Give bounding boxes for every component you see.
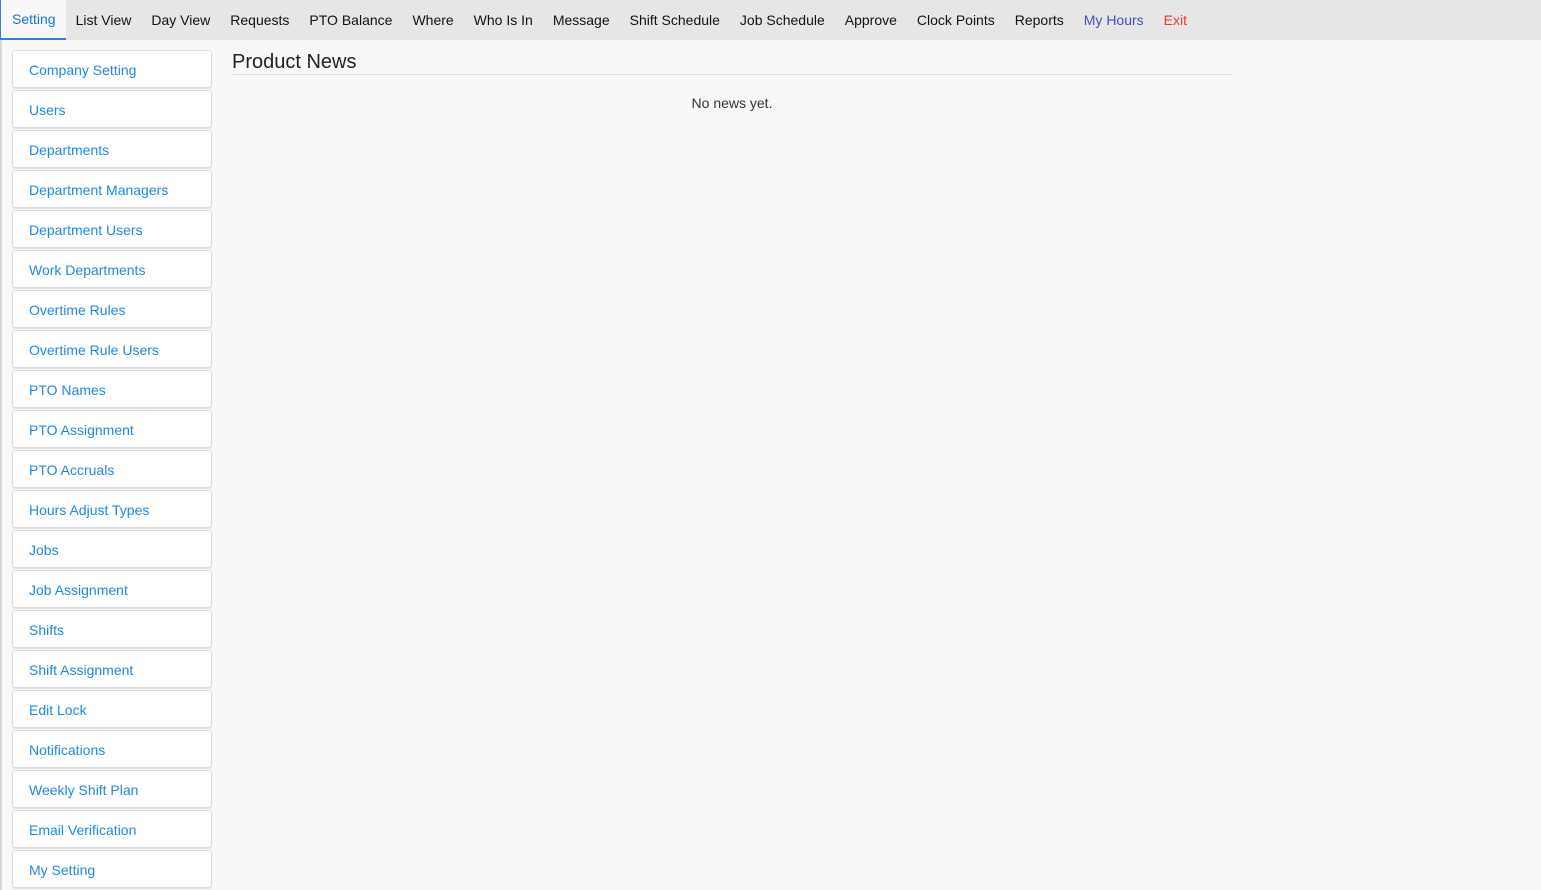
- tab-message[interactable]: Message: [543, 0, 620, 40]
- sidebar-item-department-users[interactable]: Department Users: [12, 210, 212, 248]
- tab-job-schedule[interactable]: Job Schedule: [730, 0, 835, 40]
- sidebar-item-jobs[interactable]: Jobs: [12, 530, 212, 568]
- tab-exit[interactable]: Exit: [1154, 0, 1197, 40]
- sidebar-item-edit-lock[interactable]: Edit Lock: [12, 690, 212, 728]
- sidebar-item-pto-names[interactable]: PTO Names: [12, 370, 212, 408]
- tab-reports[interactable]: Reports: [1005, 0, 1074, 40]
- empty-news-message: No news yet.: [691, 95, 773, 111]
- tab-approve[interactable]: Approve: [835, 0, 907, 40]
- sidebar-item-weekly-shift-plan[interactable]: Weekly Shift Plan: [12, 770, 212, 808]
- sidebar-item-work-departments[interactable]: Work Departments: [12, 250, 212, 288]
- left-edge-divider: [0, 40, 2, 890]
- sidebar-item-department-managers[interactable]: Department Managers: [12, 170, 212, 208]
- sidebar-item-job-assignment[interactable]: Job Assignment: [12, 570, 212, 608]
- tab-who-is-in[interactable]: Who Is In: [464, 0, 543, 40]
- tab-requests[interactable]: Requests: [220, 0, 299, 40]
- top-navigation: Setting List View Day View Requests PTO …: [0, 0, 1541, 40]
- sidebar-item-shift-assignment[interactable]: Shift Assignment: [12, 650, 212, 688]
- settings-sidebar: Company Setting Users Departments Depart…: [12, 50, 212, 890]
- tab-clock-points[interactable]: Clock Points: [907, 0, 1005, 40]
- sidebar-item-users[interactable]: Users: [12, 90, 212, 128]
- sidebar-item-overtime-rules[interactable]: Overtime Rules: [12, 290, 212, 328]
- sidebar-item-notifications[interactable]: Notifications: [12, 730, 212, 768]
- main-content: Product News No news yet.: [232, 50, 1232, 111]
- tab-list-view[interactable]: List View: [66, 0, 142, 40]
- sidebar-item-email-verification[interactable]: Email Verification: [12, 810, 212, 848]
- sidebar-item-hours-adjust-types[interactable]: Hours Adjust Types: [12, 490, 212, 528]
- page-title: Product News: [232, 50, 1232, 75]
- sidebar-item-company-setting[interactable]: Company Setting: [12, 50, 212, 88]
- sidebar-item-pto-assignment[interactable]: PTO Assignment: [12, 410, 212, 448]
- tab-day-view[interactable]: Day View: [141, 0, 220, 40]
- sidebar-item-departments[interactable]: Departments: [12, 130, 212, 168]
- tab-shift-schedule[interactable]: Shift Schedule: [620, 0, 730, 40]
- sidebar-item-pto-accruals[interactable]: PTO Accruals: [12, 450, 212, 488]
- sidebar-item-my-setting[interactable]: My Setting: [12, 850, 212, 888]
- sidebar-item-shifts[interactable]: Shifts: [12, 610, 212, 648]
- sidebar-item-overtime-rule-users[interactable]: Overtime Rule Users: [12, 330, 212, 368]
- tab-pto-balance[interactable]: PTO Balance: [299, 0, 402, 40]
- tab-my-hours[interactable]: My Hours: [1074, 0, 1154, 40]
- tab-setting[interactable]: Setting: [0, 0, 66, 40]
- tab-where[interactable]: Where: [402, 0, 463, 40]
